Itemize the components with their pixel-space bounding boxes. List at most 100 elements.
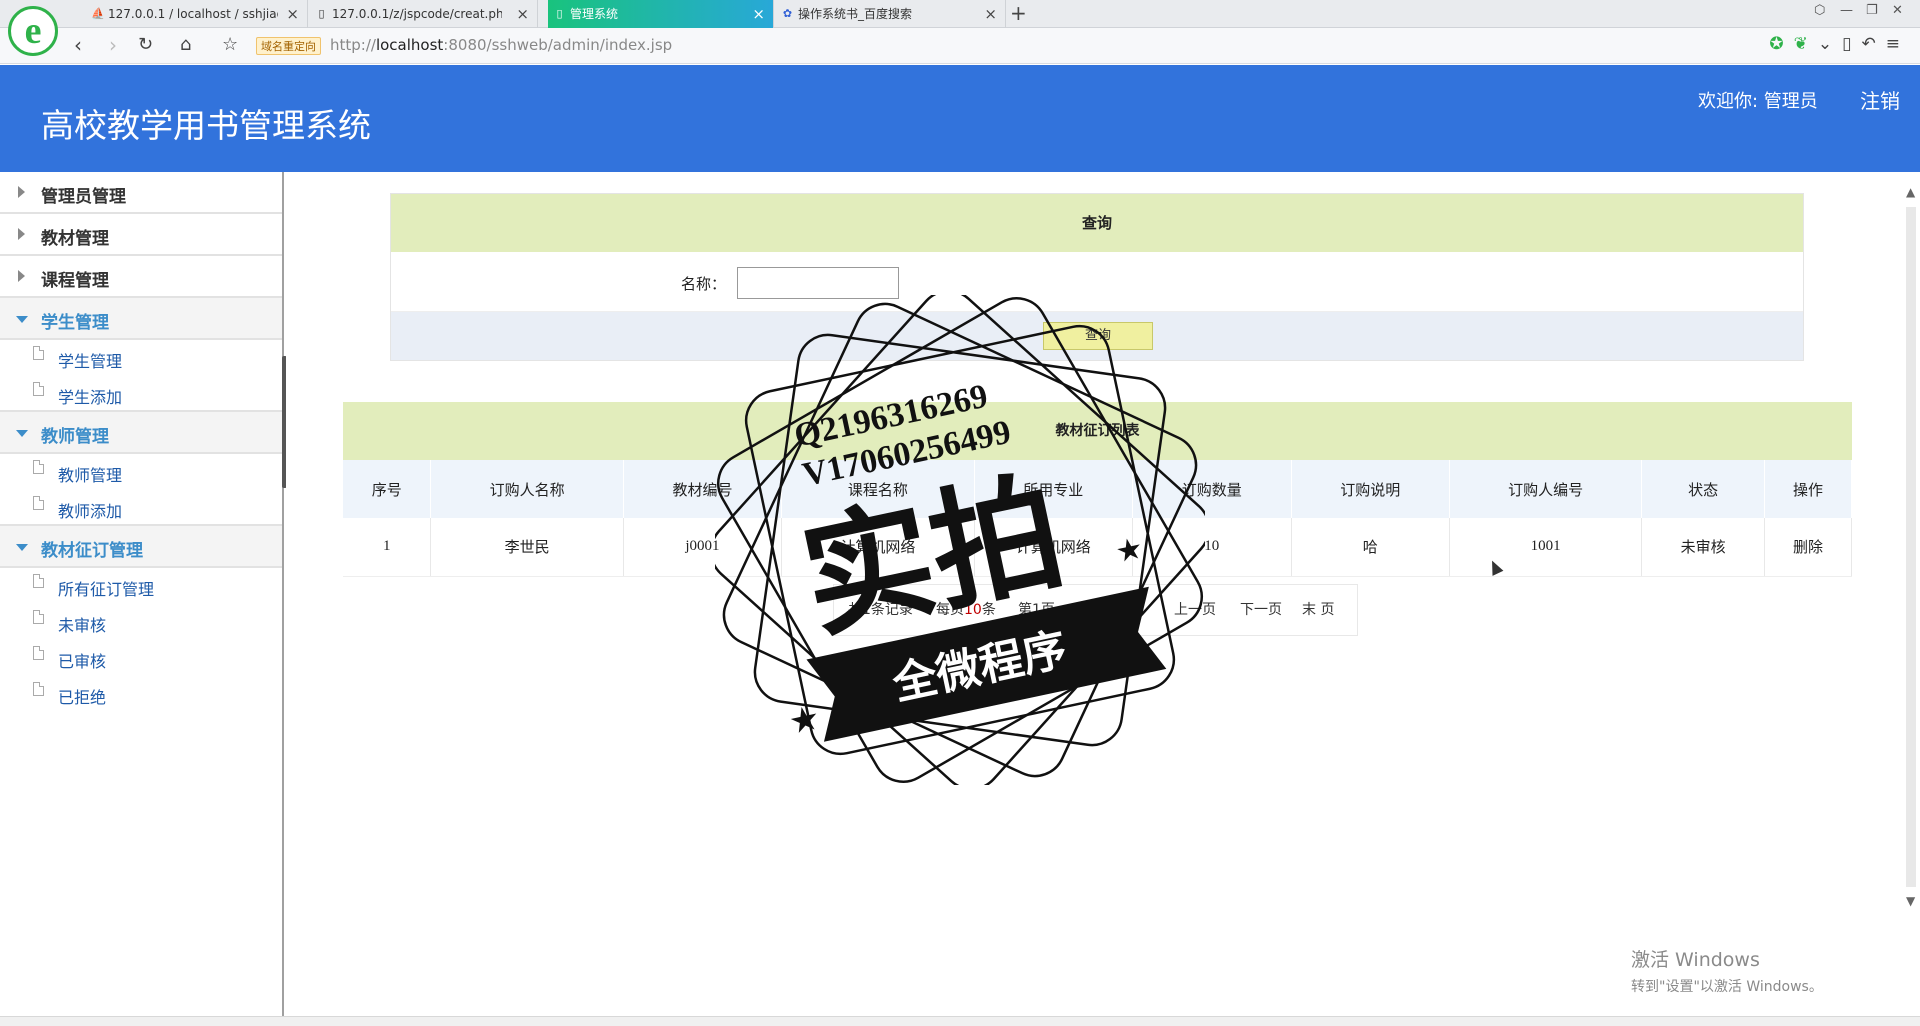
name-search-input[interactable] <box>737 267 899 299</box>
column-header: 状态 <box>1641 460 1766 518</box>
pma-icon: ⛵ <box>91 7 105 20</box>
scrollbar-thumb[interactable] <box>1906 207 1916 887</box>
caret-down-icon <box>16 316 28 323</box>
browser-tab-bar: ⛵ 127.0.0.1 / localhost / sshjiao × ▯ 12… <box>0 0 1920 28</box>
document-icon <box>33 682 44 696</box>
document-icon <box>33 460 44 474</box>
sidebar-group-course[interactable]: 课程管理 <box>0 256 282 298</box>
baidu-icon: ✿ <box>782 7 793 20</box>
pager-prev-link[interactable]: 上一页 <box>1174 585 1216 635</box>
caret-down-icon <box>16 544 28 551</box>
restore-icon[interactable]: ❐ <box>1866 3 1878 18</box>
delete-link[interactable]: 删除 <box>1764 518 1852 577</box>
sidebar-group-order[interactable]: 教材征订管理 <box>0 526 282 568</box>
back-icon[interactable]: ‹ <box>74 33 82 57</box>
redirect-badge: 域名重定向 <box>256 37 321 55</box>
pager-first-link[interactable]: 首页 <box>1096 585 1124 635</box>
close-icon[interactable]: × <box>984 0 997 28</box>
column-header: 所用专业 <box>974 460 1134 518</box>
shield-icon[interactable]: ✪ <box>1769 34 1793 54</box>
cell-status: 未审核 <box>1641 518 1766 577</box>
column-header: 订购人编号 <box>1449 460 1643 518</box>
address-bar: ‹ › ↻ ⌂ ☆ 域名重定向 http://localhost:8080/ss… <box>0 28 1920 64</box>
sidebar-group-teacher[interactable]: 教师管理 <box>0 412 282 454</box>
sidebar-item-order-pending[interactable]: 未审核 <box>0 604 282 640</box>
query-title: 查询 <box>391 194 1803 252</box>
column-header: 订购数量 <box>1132 460 1292 518</box>
cell-quantity: 10 <box>1132 518 1292 577</box>
cell-note: 哈 <box>1291 518 1451 577</box>
cell-orderer-id: 1001 <box>1449 518 1643 577</box>
main-scrollbar[interactable]: ▲ ▼ <box>1902 185 1920 908</box>
address-tools: ✪❦⌄▯↶≡ <box>1769 34 1910 54</box>
sidebar-item-teacher-manage[interactable]: 教师管理 <box>0 454 282 490</box>
cell-course-name: 计算机网络 <box>781 518 975 577</box>
menu-icon[interactable]: ≡ <box>1886 34 1910 54</box>
caret-right-icon <box>18 186 25 198</box>
home-icon[interactable]: ⌂ <box>180 33 191 57</box>
browser-logo-icon[interactable]: e <box>8 6 58 56</box>
sidebar-item-order-rejected[interactable]: 已拒绝 <box>0 676 282 712</box>
welcome-text: 欢迎你: 管理员 <box>1698 91 1818 112</box>
document-icon <box>33 574 44 588</box>
pagination: 共1条记录 每页10条 第1页 首页 上一页 下一页 末 页 <box>833 584 1358 636</box>
browser-tab-admin[interactable]: ▯ 管理系统 × <box>548 0 774 28</box>
close-window-icon[interactable]: ✕ <box>1892 3 1903 18</box>
scroll-up-icon[interactable]: ▲ <box>1906 185 1915 199</box>
sidebar-group-admin[interactable]: 管理员管理 <box>0 172 282 214</box>
windows-activation-watermark: 激活 Windows 转到"设置"以激活 Windows。 <box>1631 949 1823 995</box>
table-row: 1 李世民 j0001 计算机网络 计算机网络 10 哈 1001 未审核 删除 <box>343 518 1852 577</box>
column-header: 订购说明 <box>1291 460 1451 518</box>
query-button[interactable]: 查询 <box>1043 322 1153 350</box>
app-title: 高校教学用书管理系统 <box>41 106 371 145</box>
close-icon[interactable]: × <box>516 0 529 28</box>
reload-icon[interactable]: ↻ <box>138 33 153 57</box>
close-icon[interactable]: × <box>286 0 299 28</box>
table-header-row: 序号 订购人名称 教材编号 课程名称 所用专业 订购数量 订购说明 订购人编号 … <box>343 460 1852 518</box>
bookmark-icon[interactable]: ▯ <box>1842 34 1861 54</box>
sidebar-group-textbook[interactable]: 教材管理 <box>0 214 282 256</box>
browser-tab-creat[interactable]: ▯ 127.0.0.1/z/jspcode/creat.php × <box>310 0 538 28</box>
logout-link[interactable]: 注销 <box>1860 85 1900 114</box>
url-field[interactable]: http://localhost:8080/sshweb/admin/index… <box>330 35 672 55</box>
new-tab-button[interactable]: + <box>1010 0 1027 26</box>
sidebar-item-teacher-add[interactable]: 教师添加 <box>0 490 282 526</box>
leaf-icon[interactable]: ❦ <box>1794 34 1818 54</box>
forward-icon[interactable]: › <box>109 33 117 57</box>
pager-next-link[interactable]: 下一页 <box>1240 585 1282 635</box>
undo-icon[interactable]: ↶ <box>1862 34 1886 54</box>
close-icon[interactable]: × <box>752 0 765 28</box>
pager-last-link[interactable]: 末 页 <box>1302 585 1334 635</box>
sidebar-item-order-all[interactable]: 所有征订管理 <box>0 568 282 604</box>
column-header: 操作 <box>1764 460 1852 518</box>
pager-per-page: 每页10条 <box>936 602 996 618</box>
query-row: 名称： <box>391 252 1803 312</box>
browser-tab-phpmyadmin[interactable]: ⛵ 127.0.0.1 / localhost / sshjiao × <box>86 0 308 28</box>
bookmark-star-icon[interactable]: ☆ <box>222 33 238 57</box>
query-panel: 查询 名称： 查询 <box>390 193 1804 361</box>
column-header: 课程名称 <box>781 460 975 518</box>
sidebar-item-order-approved[interactable]: 已审核 <box>0 640 282 676</box>
chevron-down-icon[interactable]: ⌄ <box>1818 34 1842 54</box>
sidebar-group-student[interactable]: 学生管理 <box>0 298 282 340</box>
column-header: 序号 <box>343 460 432 518</box>
browser-tab-baidu[interactable]: ✿ 操作系统书_百度搜索 × <box>776 0 1006 28</box>
document-icon <box>33 382 44 396</box>
app-header: 高校教学用书管理系统 欢迎你: 管理员 注销 <box>0 65 1920 172</box>
document-icon <box>33 610 44 624</box>
minimize-icon[interactable]: — <box>1840 3 1853 18</box>
cell-index: 1 <box>343 518 432 577</box>
cell-textbook-id: j0001 <box>623 518 783 577</box>
scroll-down-icon[interactable]: ▼ <box>1906 894 1915 908</box>
caret-right-icon <box>18 270 25 282</box>
document-icon <box>33 496 44 510</box>
list-title: 教材征订列表 <box>343 402 1852 460</box>
skin-icon[interactable]: ⬡ <box>1814 3 1825 18</box>
order-list-panel: 教材征订列表 序号 订购人名称 教材编号 课程名称 所用专业 订购数量 订购说明… <box>343 402 1852 577</box>
page-icon: ▯ <box>318 7 325 20</box>
sidebar-item-student-manage[interactable]: 学生管理 <box>0 340 282 376</box>
pager-total: 共1条记录 <box>848 602 913 618</box>
sidebar-item-student-add[interactable]: 学生添加 <box>0 376 282 412</box>
pager-page-info: 第1页 <box>1018 602 1055 618</box>
document-icon <box>33 646 44 660</box>
